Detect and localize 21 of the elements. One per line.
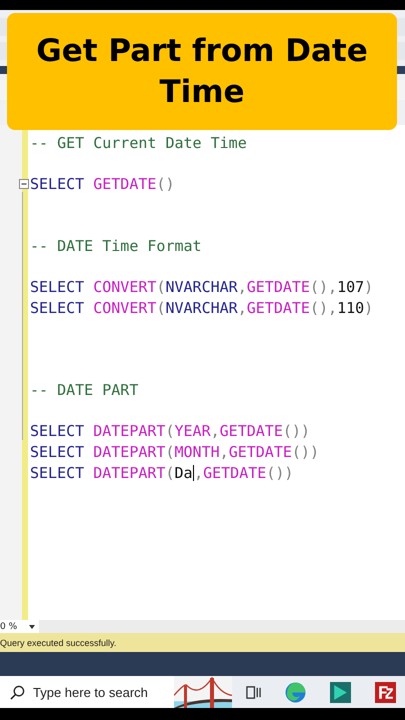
collapse-icon[interactable] bbox=[19, 179, 29, 190]
code-line: -- DATE PART bbox=[30, 380, 138, 401]
browser-icon[interactable] bbox=[285, 682, 306, 702]
media-player-icon[interactable] bbox=[330, 682, 351, 702]
code-line: SELECT DATEPART(Da,GETDATE()) bbox=[30, 462, 294, 484]
search-field[interactable]: Type here to search bbox=[0, 676, 232, 708]
code-line: SELECT DATEPART(MONTH,GETDATE()) bbox=[30, 442, 319, 462]
title-banner: Get Part from Date Time bbox=[7, 13, 397, 130]
code-line: SELECT CONVERT(NVARCHAR,GETDATE(),110) bbox=[30, 298, 374, 318]
ftp-client-icon[interactable] bbox=[375, 682, 396, 702]
dropdown-icon bbox=[29, 624, 36, 628]
task-view-icon[interactable] bbox=[246, 684, 261, 700]
code-line: -- DATE Time Format bbox=[30, 236, 202, 257]
search-input[interactable]: Type here to search bbox=[33, 684, 168, 700]
zoom-dropdown[interactable]: 0 % bbox=[0, 620, 40, 633]
status-message: Query executed successfully. bbox=[0, 638, 116, 648]
code-line: -- GET Current Date Time bbox=[30, 133, 247, 154]
code-line: SELECT GETDATE() bbox=[30, 174, 174, 195]
code-line: SELECT CONVERT(NVARCHAR,GETDATE(),107) bbox=[30, 277, 374, 298]
code-line: SELECT DATEPART(YEAR,GETDATE()) bbox=[30, 421, 310, 442]
search-icon bbox=[10, 684, 25, 700]
